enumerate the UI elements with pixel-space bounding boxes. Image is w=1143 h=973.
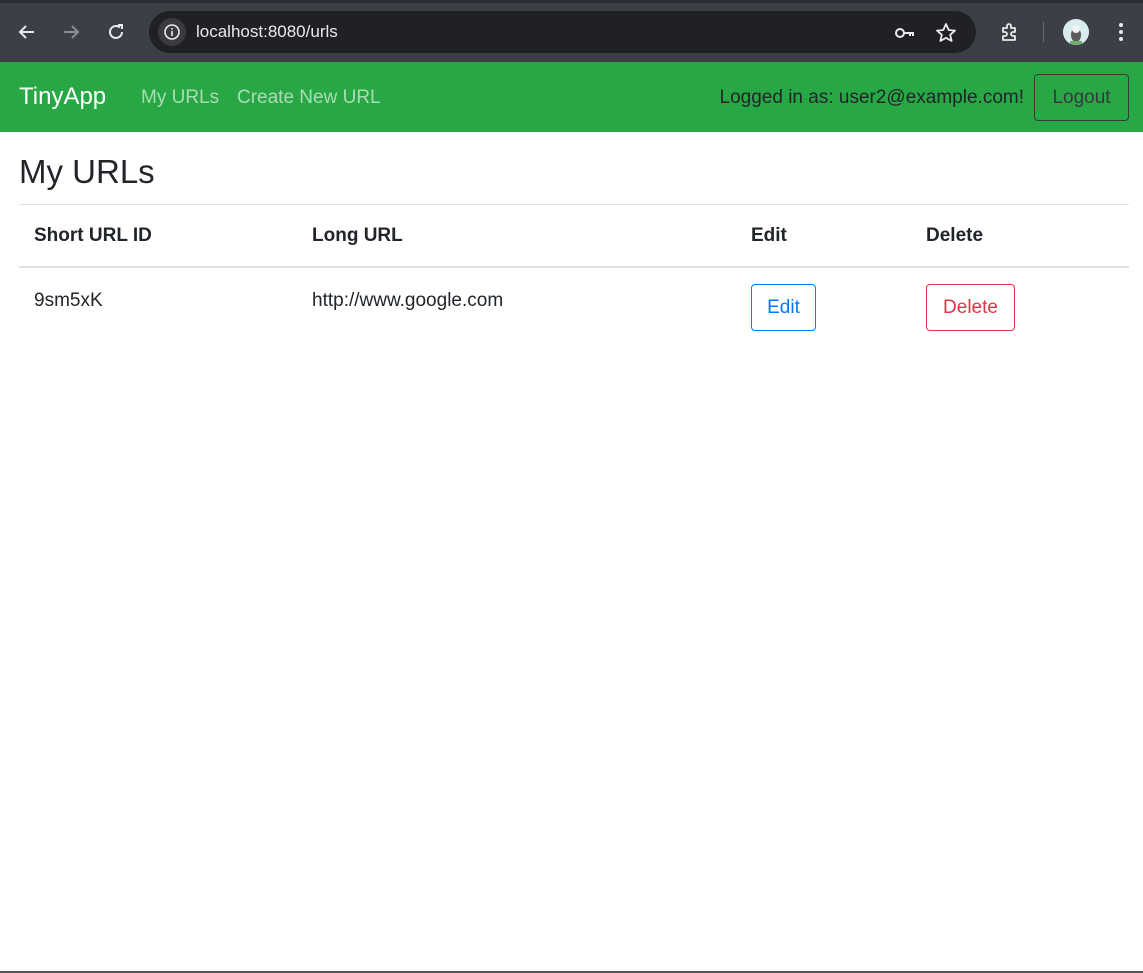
brand-link[interactable]: TinyApp <box>19 83 106 111</box>
logout-button[interactable]: Logout <box>1034 74 1129 121</box>
extensions-icon[interactable] <box>995 17 1025 47</box>
password-key-icon[interactable] <box>893 21 917 45</box>
cell-long-url: http://www.google.com <box>297 267 736 347</box>
column-header-edit: Edit <box>736 204 911 268</box>
forward-arrow-icon[interactable] <box>56 17 86 47</box>
bookmark-star-icon[interactable] <box>934 21 958 45</box>
url-text[interactable]: localhost:8080/urls <box>196 22 338 42</box>
site-info-icon[interactable] <box>158 18 186 46</box>
tab-strip <box>0 0 1143 3</box>
edit-button[interactable]: Edit <box>751 284 816 331</box>
nav-my-urls[interactable]: My URLs <box>141 87 219 109</box>
table-header-row: Short URL ID Long URL Edit Delete <box>19 204 1129 268</box>
delete-button[interactable]: Delete <box>926 284 1015 331</box>
navbar: TinyApp My URLs Create New URL Logged in… <box>0 62 1143 132</box>
profile-avatar[interactable] <box>1063 19 1089 45</box>
column-header-delete: Delete <box>911 204 1129 268</box>
column-header-short-url-id: Short URL ID <box>19 204 297 268</box>
nav-create-new-url[interactable]: Create New URL <box>237 87 381 109</box>
column-header-long-url: Long URL <box>297 204 736 268</box>
browser-toolbar: localhost:8080/urls <box>0 0 1143 62</box>
toolbar-divider <box>1043 22 1044 42</box>
cell-edit: Edit <box>736 267 911 347</box>
back-arrow-icon[interactable] <box>12 17 42 47</box>
reload-icon[interactable] <box>101 17 131 47</box>
cell-short-url-id: 9sm5xK <box>19 267 297 347</box>
menu-dots-icon[interactable] <box>1106 17 1136 47</box>
logged-in-status: Logged in as: user2@example.com! <box>719 87 1024 108</box>
table-row: 9sm5xK http://www.google.com Edit Delete <box>19 267 1129 347</box>
address-bar[interactable]: localhost:8080/urls <box>149 11 976 53</box>
urls-table: Short URL ID Long URL Edit Delete 9sm5xK… <box>19 204 1129 347</box>
short-url-id: 9sm5xK <box>34 290 103 311</box>
page-title: My URLs <box>19 153 155 190</box>
long-url: http://www.google.com <box>312 290 504 311</box>
cell-delete: Delete <box>911 267 1129 347</box>
